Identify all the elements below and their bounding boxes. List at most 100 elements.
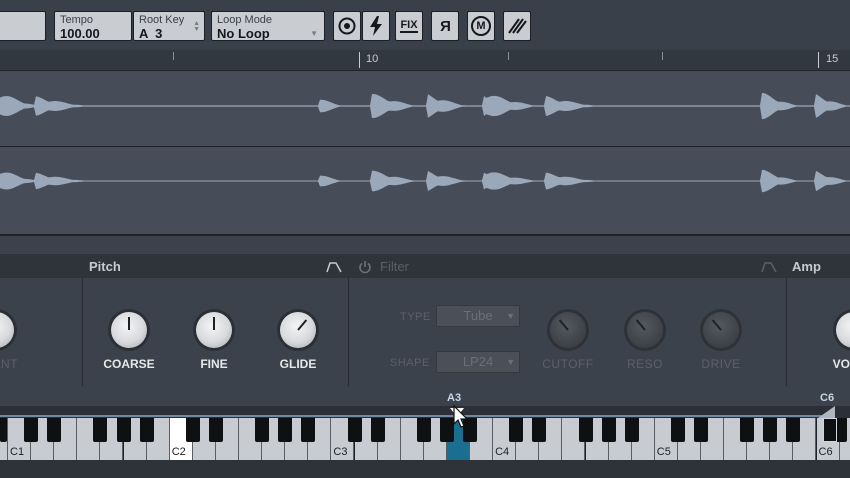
cutoff-label: CUTOFF: [542, 357, 594, 371]
formant-label: MANT: [0, 357, 18, 371]
ruler-tick: [662, 52, 663, 60]
black-key[interactable]: [47, 418, 62, 442]
envelope-icon[interactable]: [326, 261, 342, 273]
octave-label: C3: [333, 446, 348, 458]
ruler-tick: [173, 52, 174, 60]
reverse-button[interactable]: R: [431, 11, 459, 41]
mouse-cursor-icon: [453, 405, 469, 428]
record-button[interactable]: [333, 11, 361, 41]
section-divider: [786, 278, 787, 386]
waveform-channel: [0, 169, 850, 193]
fix-button[interactable]: FIX: [395, 11, 423, 41]
pitch-section-title: Pitch: [89, 259, 121, 274]
black-key[interactable]: [670, 418, 685, 442]
keyboard-range-bar[interactable]: [0, 406, 850, 418]
range-handle-icon[interactable]: [818, 406, 835, 418]
m-circle-icon: M: [471, 16, 491, 36]
filter-shape-value: LP24: [462, 354, 494, 369]
cutoff-knob[interactable]: [550, 312, 586, 348]
channel-divider: [0, 146, 850, 147]
root-key-field[interactable]: Root Key A 3 ▲ ▼: [133, 11, 205, 41]
octave-label: C1: [10, 446, 25, 458]
filter-section-title: Filter: [380, 259, 409, 274]
loop-mode-dropdown[interactable]: Loop Mode No Loop ▼: [211, 11, 325, 41]
reso-knob[interactable]: [627, 312, 663, 348]
drive-label: DRIVE: [701, 357, 741, 371]
m-button[interactable]: M: [467, 11, 495, 41]
keyboard[interactable]: C1 C2 C3 C4 C5 C6: [0, 418, 850, 460]
black-key[interactable]: [694, 418, 708, 442]
black-key[interactable]: [532, 418, 547, 442]
reverse-icon: R: [439, 17, 451, 35]
black-key[interactable]: [370, 418, 385, 442]
root-key-label: Root Key: [139, 14, 185, 26]
ruler-label: 15: [826, 53, 839, 65]
black-key[interactable]: [93, 418, 108, 442]
filter-type-value: Tube: [463, 308, 493, 323]
section-divider: [348, 278, 349, 386]
waveform-channel: [0, 92, 850, 120]
key-range-line: [0, 415, 835, 417]
envelope-icon[interactable]: [761, 261, 777, 273]
black-key[interactable]: [347, 418, 362, 442]
filter-type-label: TYPE: [400, 311, 431, 323]
lightning-button[interactable]: [362, 11, 390, 41]
section-divider: [82, 278, 83, 386]
black-key[interactable]: [578, 418, 593, 442]
octave-label: C4: [495, 446, 510, 458]
volume-knob[interactable]: [836, 312, 850, 348]
loop-mode-label: Loop Mode: [217, 14, 273, 26]
timeline-ruler[interactable]: 10 15: [0, 50, 850, 71]
black-key[interactable]: [416, 418, 431, 442]
power-icon[interactable]: [358, 260, 372, 274]
black-key[interactable]: [509, 418, 524, 442]
black-key[interactable]: [185, 418, 200, 442]
black-key[interactable]: [139, 418, 154, 442]
black-key[interactable]: [0, 418, 7, 442]
tempo-field[interactable]: Tempo 100.00: [54, 11, 132, 41]
filter-type-dropdown[interactable]: Tube ▼: [436, 305, 520, 327]
black-key[interactable]: [439, 418, 454, 442]
formant-knob[interactable]: [0, 312, 14, 348]
loop-mode-value: No Loop: [217, 26, 270, 41]
black-key[interactable]: [301, 418, 316, 442]
black-key[interactable]: [624, 418, 639, 442]
filter-shape-label: SHAPE: [390, 357, 430, 369]
black-key[interactable]: [740, 418, 755, 442]
filter-shape-dropdown[interactable]: LP24 ▼: [436, 351, 520, 373]
glide-knob[interactable]: [280, 312, 316, 348]
drive-knob[interactable]: [703, 312, 739, 348]
chevron-down-icon: ▼: [310, 29, 318, 38]
field-partial[interactable]: [0, 11, 46, 41]
root-key-marker-label: A3: [447, 392, 462, 404]
black-key[interactable]: [763, 418, 778, 442]
chevron-down-icon: ▼: [506, 357, 515, 367]
toolbar: Tempo 100.00 Root Key A 3 ▲ ▼ Loop Mode N…: [0, 0, 850, 50]
coarse-knob[interactable]: [111, 312, 147, 348]
fine-label: FINE: [200, 357, 228, 371]
waveform-display[interactable]: [0, 71, 850, 235]
black-key[interactable]: [601, 418, 616, 442]
black-key[interactable]: [208, 418, 223, 442]
range-end-key[interactable]: [823, 418, 837, 442]
ruler-tick-major: [359, 52, 360, 68]
glide-label: GLIDE: [279, 357, 317, 371]
black-key[interactable]: [116, 418, 131, 442]
target-icon: [338, 17, 356, 35]
tempo-value: 100.00: [60, 26, 100, 41]
spinner-icon[interactable]: ▲ ▼: [193, 20, 200, 33]
black-key[interactable]: [24, 418, 39, 442]
section-header-bar: [0, 254, 850, 278]
fine-knob[interactable]: [196, 312, 232, 348]
black-key[interactable]: [278, 418, 293, 442]
chevron-down-icon: ▼: [506, 311, 515, 321]
range-end-label: C6: [820, 392, 835, 404]
ruler-tick: [508, 52, 509, 60]
reso-label: RESO: [626, 357, 663, 371]
octave-label: C5: [656, 446, 671, 458]
black-key[interactable]: [786, 418, 801, 442]
black-key[interactable]: [255, 418, 270, 442]
coarse-label: COARSE: [103, 357, 155, 371]
root-key-value: A 3: [139, 26, 163, 41]
slice-button[interactable]: [503, 11, 531, 41]
